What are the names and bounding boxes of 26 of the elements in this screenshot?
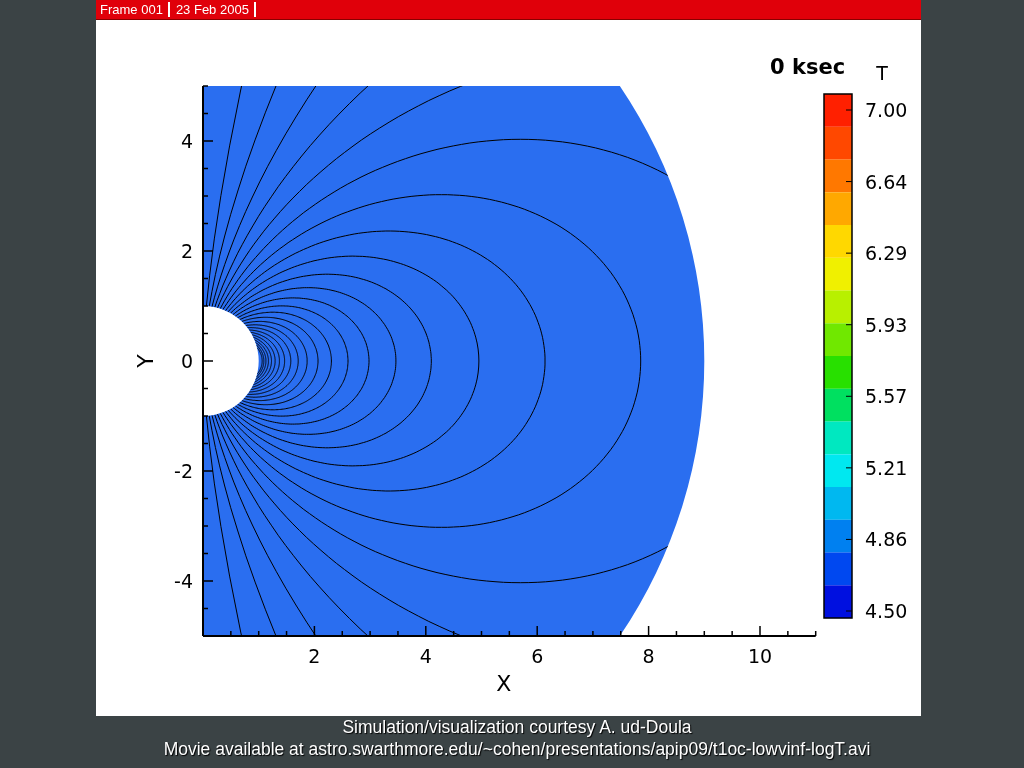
time-label: 0 ksec — [770, 55, 846, 79]
legend-label: 5.57 — [865, 385, 908, 408]
frame-number: Frame 001 — [98, 2, 170, 17]
tick-label: 10 — [747, 645, 773, 667]
tick-label: 4 — [180, 130, 193, 152]
tick-label: 8 — [642, 645, 655, 667]
axis-title: Y — [133, 354, 158, 368]
legend-label: 5.21 — [865, 456, 908, 479]
frame-date: 23 Feb 2005 — [173, 2, 256, 17]
caption: Simulation/visualization courtesy A. ud-Doula — [342, 716, 692, 738]
legend-label: 6.29 — [865, 242, 908, 265]
caption: Movie available at astro.swarthmore.edu/~cohen/presentations/apip09/t1oc-lowvinf-logT.avi — [163, 738, 871, 760]
tick-label: -2 — [174, 460, 193, 482]
tick-label: 2 — [308, 645, 321, 667]
tick-label: 4 — [419, 645, 432, 667]
tick-label: 6 — [531, 645, 544, 667]
legend-label: 4.50 — [865, 600, 908, 622]
legend-label: 7.00 — [865, 99, 908, 121]
legend-label: 4.86 — [865, 528, 908, 551]
axis-title: X — [496, 671, 512, 696]
legend-title: T — [876, 62, 888, 84]
tick-label: -4 — [174, 570, 193, 592]
tick-label: 0 — [180, 350, 193, 372]
legend-label: 5.93 — [865, 313, 908, 336]
tick-label: 2 — [180, 240, 193, 262]
legend-label: 6.64 — [865, 170, 908, 193]
